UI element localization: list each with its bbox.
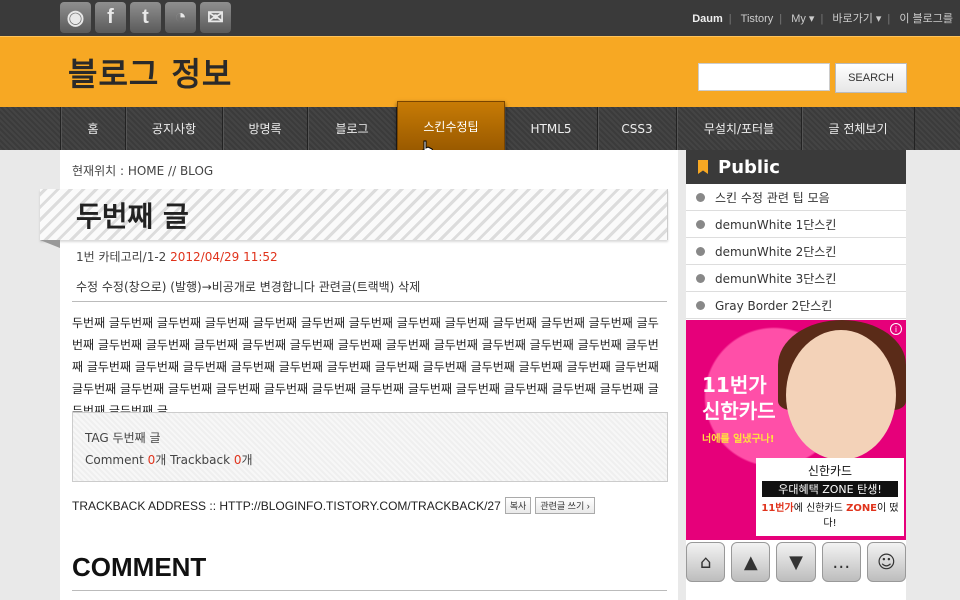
sidebar-item[interactable]: demunWhite 3단스킨 (686, 265, 906, 292)
post-body: 두번째 글두번째 글두번째 글두번째 글두번째 글두번째 글두번째 글두번째 글… (72, 316, 659, 418)
link-this-blog[interactable]: 이 블로그를 (899, 13, 953, 25)
chat-icon[interactable]: … (821, 542, 861, 582)
me2day-icon[interactable]: ◔ (165, 2, 196, 33)
nav-item-6[interactable]: CSS3 (598, 107, 677, 150)
sidebar-item[interactable]: 스킨 수정 관련 팁 모음 (686, 184, 906, 211)
tag-link[interactable]: 두번째 글 (113, 431, 161, 445)
write-related-button[interactable]: 관련글 쓰기 › (535, 497, 595, 514)
post-date: 2012/04/29 11:52 (170, 250, 278, 264)
twitter-icon[interactable]: t (130, 2, 161, 33)
comment-unit: 개 (155, 453, 167, 467)
link-tistory[interactable]: Tistory (741, 13, 774, 25)
sidebar-heading: Public (686, 150, 906, 184)
ad-card: 신한카드 우대혜택 ZONE 탄생! 11번가에 신한카드 ZONE이 떴다! (756, 458, 904, 536)
sidebar-item[interactable]: demunWhite 2단스킨 (686, 238, 906, 265)
copy-button[interactable]: 복사 (504, 497, 532, 514)
bullet-icon (696, 273, 705, 283)
home-icon[interactable]: ⌂ (686, 542, 726, 582)
bullet-icon (696, 192, 705, 202)
comment-label[interactable]: Comment (85, 453, 144, 467)
bookmark-icon (698, 160, 708, 174)
top-links: Daum | Tistory | My ▾ | 바로가기 ▾ | 이 블로그를 (692, 13, 953, 25)
tag-box: TAG 두번째 글 Comment 0개 Trackback 0개 (72, 412, 668, 482)
site-title[interactable]: 블로그 정보 (68, 49, 232, 95)
sidebar-item-label: demunWhite 1단스킨 (715, 217, 837, 232)
count-line: Comment 0개 Trackback 0개 (85, 451, 253, 468)
main-content: 현재위치 : HOME // BLOG 두번째 글 1번 카테고리/1-2 20… (40, 150, 678, 600)
main-nav: 홈 공지사항 방명록 블로그 스킨수정팁 HTML5 CSS3 무설치/포터블 글 전체보기 (0, 101, 960, 151)
ad-banner[interactable]: 11번가 신한카드 너에를 일냈구나! 신한카드 우대혜택 ZONE 탄생! 1… (686, 320, 906, 540)
bullet-icon (696, 246, 705, 256)
sidebar-title: Public (718, 156, 780, 178)
breadcrumb: 현재위치 : HOME // BLOG (72, 164, 214, 178)
ad-model-face (786, 330, 896, 460)
nav-item-7[interactable]: 무설치/포터블 (677, 107, 802, 150)
info-icon[interactable]: i (890, 323, 902, 335)
post-title[interactable]: 두번째 글 (76, 195, 189, 235)
trackback-count: 0 (233, 453, 242, 467)
nav-item-1[interactable]: 공지사항 (126, 107, 223, 150)
tag-line: TAG 두번째 글 (85, 429, 161, 446)
divider (72, 301, 667, 302)
sidebar-list: 스킨 수정 관련 팁 모음 demunWhite 1단스킨 demunWhite 2… (686, 184, 906, 319)
nav-item-0[interactable]: 홈 (61, 107, 126, 150)
comment-heading: COMMENT (72, 552, 207, 582)
sidebar-item[interactable]: Gray Border 2단스킨 (686, 292, 906, 319)
nav-item-5[interactable]: HTML5 (505, 107, 598, 150)
facebook-icon[interactable]: f (95, 2, 126, 33)
post-meta: 1번 카테고리/1-2 2012/04/29 11:52 (76, 248, 278, 265)
up-arrow-icon[interactable]: ▲ (731, 542, 771, 582)
sidebar-item[interactable]: demunWhite 1단스킨 (686, 211, 906, 238)
mail-icon[interactable]: ✉ (200, 2, 231, 33)
link-goto[interactable]: 바로가기 ▾ (832, 13, 881, 25)
trackback-unit: 개 (241, 453, 253, 467)
search-button[interactable]: SEARCH (835, 63, 907, 93)
nav-item-8[interactable]: 글 전체보기 (802, 107, 915, 150)
rss-icon[interactable]: ◉ (60, 2, 91, 33)
bottom-icons: ⌂ ▲ ▼ … ☺ (686, 542, 907, 586)
nav-item-4[interactable]: 스킨수정팁 (397, 101, 505, 151)
nav-item-2[interactable]: 방명록 (223, 107, 308, 150)
sidebar: Public 스킨 수정 관련 팁 모음 demunWhite 1단스킨 demun… (686, 150, 907, 600)
down-arrow-icon[interactable]: ▼ (776, 542, 816, 582)
nav-item-3[interactable]: 블로그 (308, 107, 397, 150)
trackback-label[interactable]: Trackback (170, 453, 230, 467)
ad-line3: 11번가에 신한카드 ZONE이 떴다! (761, 503, 899, 529)
user-icon[interactable]: ☺ (866, 542, 907, 582)
tag-label: TAG (85, 431, 109, 445)
sidebar-item-label: demunWhite 2단스킨 (715, 244, 837, 259)
sidebar-item-label: demunWhite 3단스킨 (715, 271, 837, 286)
top-bar: ◉ f t ◔ ✉ Daum | Tistory | My ▾ | 바로가기 ▾ | 이… (0, 0, 960, 36)
ad-headline: 11번가 신한카드 (702, 373, 776, 423)
bullet-icon (696, 300, 705, 310)
search-input[interactable] (698, 63, 830, 91)
sidebar-item-label: 스킨 수정 관련 팁 모음 (715, 190, 830, 205)
ad-subline: 너에를 일냈구나! (702, 434, 775, 445)
trackback-address: TRACKBACK ADDRESS :: HTTP://BLOGINFO.TIS… (72, 497, 595, 514)
post-category[interactable]: 1번 카테고리/1-2 (76, 250, 166, 264)
sidebar-item-label: Gray Border 2단스킨 (715, 298, 833, 313)
ad-line1: 신한카드 (807, 464, 853, 478)
link-daum[interactable]: Daum (692, 13, 723, 25)
ad-line2: 우대혜택 ZONE 탄생! (762, 481, 898, 497)
social-links: ◉ f t ◔ ✉ (60, 2, 231, 33)
divider (72, 590, 667, 591)
link-my[interactable]: My ▾ (791, 13, 814, 25)
post-actions[interactable]: 수정 수정(창으로) (발행)→비공개로 변경합니다 관련글(트랙백) 삭제 (76, 278, 420, 295)
bullet-icon (696, 219, 705, 229)
header: 블로그 정보 SEARCH (0, 36, 960, 108)
trackback-url: TRACKBACK ADDRESS :: HTTP://BLOGINFO.TIS… (72, 498, 501, 513)
post-title-bar: 두번째 글 (40, 189, 668, 248)
nav-items: 홈 공지사항 방명록 블로그 스킨수정팁 HTML5 CSS3 무설치/포터블 글 전체보기 (60, 101, 915, 151)
